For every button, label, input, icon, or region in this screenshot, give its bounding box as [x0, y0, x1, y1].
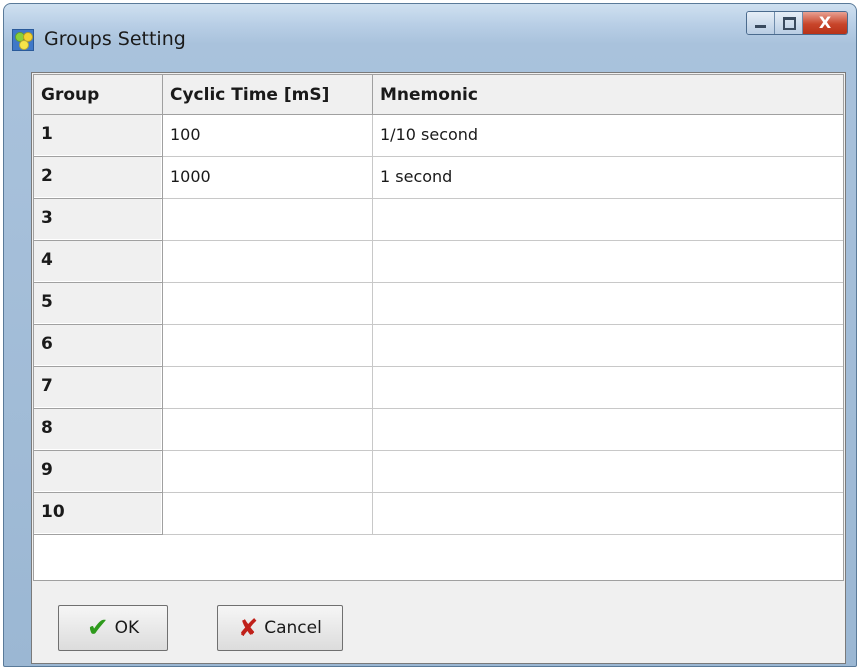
close-icon: X — [818, 13, 832, 32]
window-title: Groups Setting — [44, 28, 186, 50]
cell-cyclic-time[interactable] — [163, 409, 373, 451]
row-header-group[interactable]: 5 — [34, 283, 163, 325]
column-header-mnemonic[interactable]: Mnemonic — [373, 75, 843, 115]
row-header-group[interactable]: 10 — [34, 493, 163, 535]
groups-setting-window: Groups Setting X Group Cyclic Time [mS] … — [3, 3, 857, 667]
cell-mnemonic[interactable] — [373, 451, 843, 493]
cancel-x-icon: ✘ — [238, 614, 259, 642]
title-bar[interactable]: Groups Setting X — [4, 4, 856, 51]
cell-mnemonic[interactable] — [373, 199, 843, 241]
ok-button-label: OK — [114, 618, 140, 638]
row-header-group[interactable]: 4 — [34, 241, 163, 283]
column-header-group[interactable]: Group — [34, 75, 163, 115]
minimize-icon — [755, 25, 766, 28]
dialog-client-area: Group Cyclic Time [mS] Mnemonic 1 100 1/10… — [31, 72, 846, 664]
cell-mnemonic[interactable] — [373, 493, 843, 535]
cell-mnemonic[interactable] — [373, 241, 843, 283]
groups-grid[interactable]: Group Cyclic Time [mS] Mnemonic 1 100 1/10… — [33, 74, 844, 581]
maximize-button[interactable] — [775, 12, 803, 34]
cell-cyclic-time[interactable]: 100 — [163, 115, 373, 157]
row-header-group[interactable]: 2 — [34, 157, 163, 199]
cell-cyclic-time[interactable] — [163, 283, 373, 325]
maximize-icon — [783, 17, 796, 30]
minimize-button[interactable] — [747, 12, 775, 34]
cell-cyclic-time[interactable]: 1000 — [163, 157, 373, 199]
cell-mnemonic[interactable]: 1/10 second — [373, 115, 843, 157]
button-bar: ✔ OK ✘ Cancel — [32, 591, 845, 663]
cell-mnemonic[interactable] — [373, 367, 843, 409]
cell-cyclic-time[interactable] — [163, 493, 373, 535]
close-button[interactable]: X — [803, 12, 847, 34]
row-header-group[interactable]: 9 — [34, 451, 163, 493]
cancel-button[interactable]: ✘ Cancel — [217, 605, 343, 651]
row-header-group[interactable]: 1 — [34, 115, 163, 157]
cell-mnemonic[interactable] — [373, 409, 843, 451]
ok-button[interactable]: ✔ OK — [58, 605, 168, 651]
cell-cyclic-time[interactable] — [163, 241, 373, 283]
cell-cyclic-time[interactable] — [163, 451, 373, 493]
cancel-button-label: Cancel — [264, 618, 322, 638]
cell-mnemonic[interactable]: 1 second — [373, 157, 843, 199]
window-controls: X — [746, 11, 848, 35]
row-header-group[interactable]: 7 — [34, 367, 163, 409]
cell-mnemonic[interactable] — [373, 283, 843, 325]
cell-cyclic-time[interactable] — [163, 367, 373, 409]
row-header-group[interactable]: 8 — [34, 409, 163, 451]
checkmark-icon: ✔ — [86, 613, 109, 643]
row-header-group[interactable]: 6 — [34, 325, 163, 367]
row-header-group[interactable]: 3 — [34, 199, 163, 241]
column-header-cyclic-time[interactable]: Cyclic Time [mS] — [163, 75, 373, 115]
cell-mnemonic[interactable] — [373, 325, 843, 367]
cell-cyclic-time[interactable] — [163, 325, 373, 367]
cell-cyclic-time[interactable] — [163, 199, 373, 241]
app-icon — [12, 29, 34, 51]
